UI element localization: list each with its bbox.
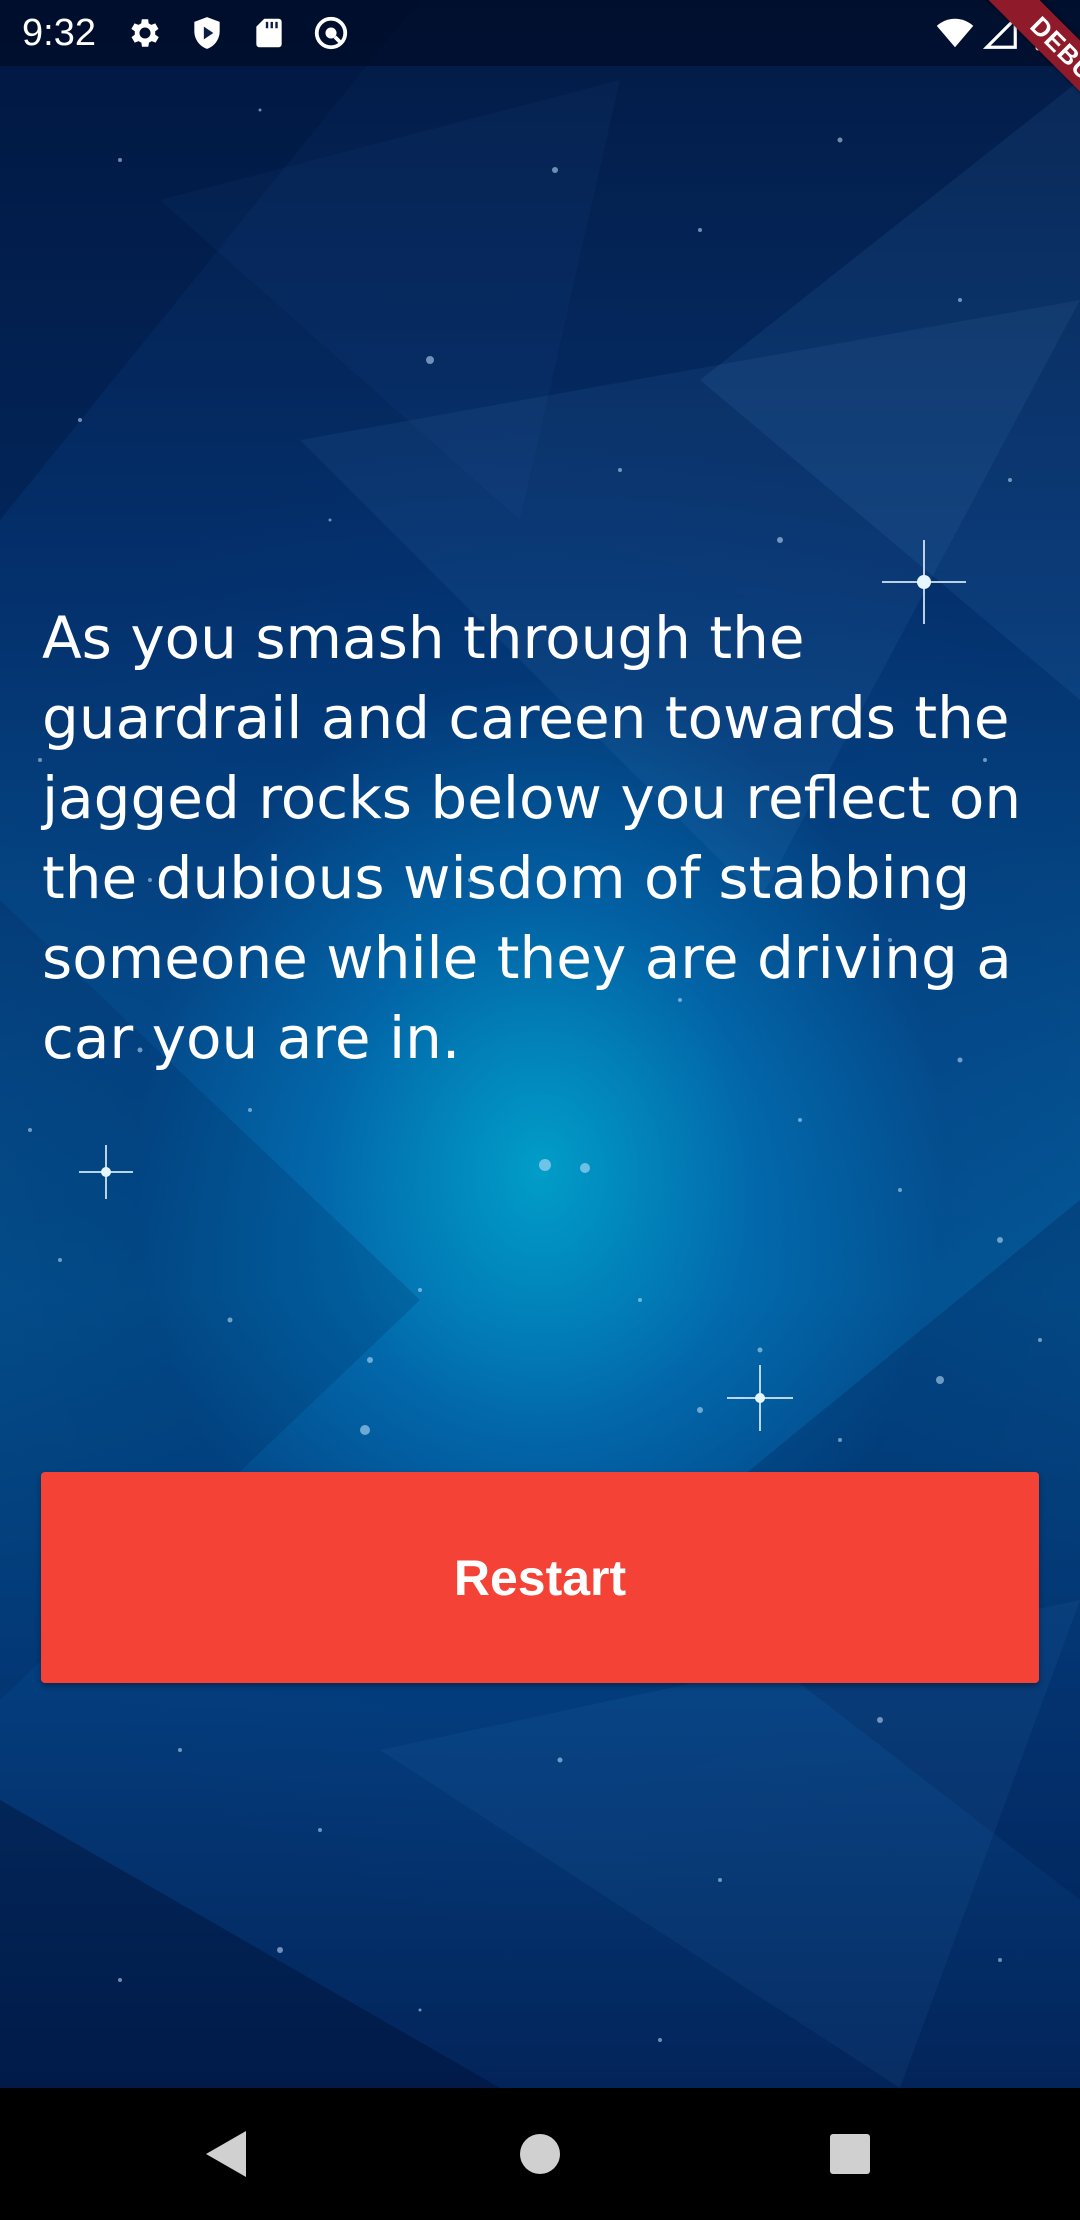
status-time: 9:32 bbox=[22, 12, 96, 54]
sd-card-icon bbox=[250, 14, 288, 52]
home-icon[interactable] bbox=[500, 2114, 580, 2194]
debug-label: DEBUG bbox=[972, 0, 1080, 154]
status-bar: 9:32 bbox=[0, 0, 1080, 66]
app-screen: 9:32 DEBUG As you smash through the guar… bbox=[0, 0, 1080, 2220]
story-text: As you smash through the guardrail and c… bbox=[42, 604, 1022, 1072]
vpn-key-icon bbox=[312, 14, 350, 52]
recents-icon[interactable] bbox=[810, 2114, 890, 2194]
restart-button[interactable]: Restart bbox=[41, 1472, 1039, 1683]
settings-icon bbox=[126, 14, 164, 52]
navigation-bar bbox=[0, 2088, 1080, 2220]
back-icon[interactable] bbox=[186, 2114, 266, 2194]
debug-banner: DEBUG bbox=[920, 0, 1080, 160]
play-protect-icon bbox=[188, 14, 226, 52]
